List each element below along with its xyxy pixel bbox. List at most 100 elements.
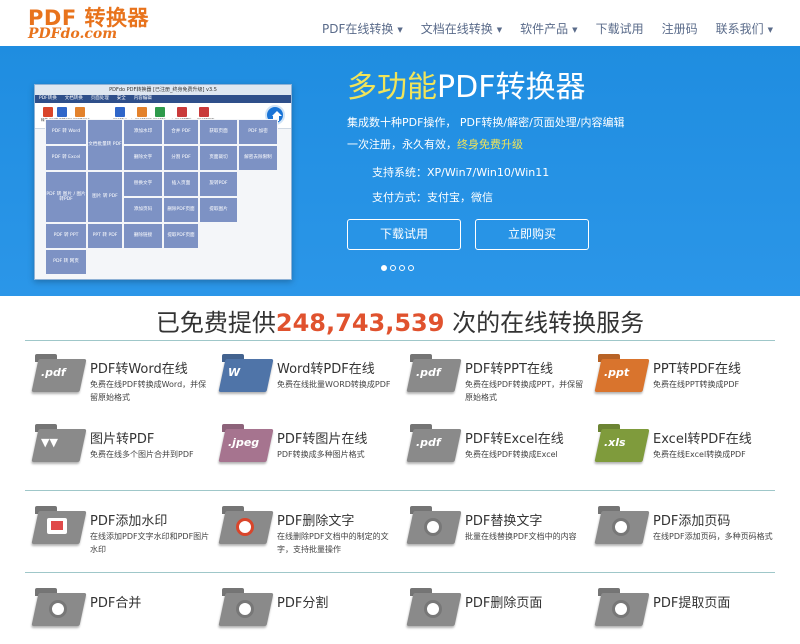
folder-label: .ppt	[604, 366, 630, 379]
license-prefix: 一次注册，永久有效，	[347, 138, 457, 151]
slide-dot[interactable]	[381, 265, 387, 271]
slide-dot[interactable]	[390, 265, 396, 271]
service-description: 在线PDF添加页码，多种页码格式	[653, 532, 773, 541]
window-feature-tile: 分割 PDF	[163, 145, 199, 171]
service-title: PDF转图片在线	[277, 432, 368, 447]
window-feature-tile: 解密去除限制	[238, 145, 278, 171]
service-card[interactable]: PDF删除页面	[400, 584, 580, 644]
window-feature-tile: 删除PDF页面	[163, 197, 199, 223]
service-title: Excel转PDF在线	[653, 432, 752, 447]
window-feature-tile: PPT 转 PDF	[87, 223, 123, 249]
site-header: PDF 转换器 PDFdo.com PDF在线转换 ▼ 文档在线转换 ▼ 软件产品 ▼ 下载…	[0, 0, 800, 46]
folder-label: .pdf	[416, 366, 441, 379]
service-title: PDF合并	[90, 596, 142, 611]
service-title: PDF提取页面	[653, 596, 731, 611]
service-card[interactable]: PDF添加水印在线添加PDF文字水印和PDF图片水印	[25, 502, 209, 562]
service-title: PDF添加水印	[90, 514, 168, 529]
banner-title-rest: PDF转换器	[437, 70, 586, 105]
service-card[interactable]: PDF替换文字 批量在线替换PDF文档中的内容	[400, 502, 580, 562]
folder-body	[31, 429, 87, 462]
folder-badge-icon	[424, 518, 442, 536]
caret-down-icon: ▼	[496, 25, 503, 34]
replace-text-folder-icon	[406, 506, 462, 546]
window-feature-tile: PDF 转 PPT	[45, 223, 87, 249]
folder-badge-icon	[236, 600, 254, 618]
nav-item[interactable]: 文档在线转换 ▼	[412, 20, 511, 37]
folder-label: .jpeg	[228, 436, 260, 449]
service-card[interactable]: .ppt PPT转PDF在线 免费在线PPT转换成PDF	[588, 350, 768, 410]
delete-text-folder-icon	[218, 506, 274, 546]
banner-system-line: 支持系统：XP/Win7/Win10/Win11	[372, 166, 550, 179]
site-logo[interactable]: PDF 转换器 PDFdo.com	[28, 2, 148, 42]
service-card[interactable]: PDF提取页面	[588, 584, 768, 644]
window-feature-tile: PDF 转 Excel	[45, 145, 87, 171]
service-card[interactable]: PDF分割	[212, 584, 392, 644]
window-menu-item: 页面处理	[90, 96, 109, 101]
banner-payment-line: 支付方式：支付宝，微信	[372, 191, 493, 204]
service-card[interactable]: PDF合并	[25, 584, 205, 644]
nav-item[interactable]: 下载试用	[587, 20, 653, 37]
logo-domain-text: PDFdo.com	[28, 26, 118, 42]
watermark-badge-icon	[47, 518, 67, 534]
nav-item-label: PDF在线转换	[321, 22, 394, 36]
service-title: PDF添加页码	[653, 514, 731, 529]
window-feature-tile: 提取图片	[199, 197, 238, 223]
folder-badge-icon	[424, 600, 442, 618]
service-card[interactable]: ▼▼ 图片转PDF 免费在线多个图片合并到PDF	[25, 420, 205, 480]
main-nav: PDF在线转换 ▼ 文档在线转换 ▼ 软件产品 ▼ 下载试用 注册码 联系我们 ▼	[313, 20, 782, 37]
service-description: 在线添加PDF文字水印和PDF图片水印	[90, 532, 210, 554]
pdf-folder-icon: .pdf	[31, 354, 87, 394]
nav-item[interactable]: 软件产品 ▼	[511, 20, 586, 37]
download-trial-button[interactable]: 下载试用	[347, 219, 461, 250]
slide-indicators	[381, 265, 414, 271]
slide-dot[interactable]	[399, 265, 405, 271]
nav-item[interactable]: 联系我们 ▼	[707, 20, 782, 37]
folder-badge-icon	[612, 518, 630, 536]
service-card[interactable]: PDF添加页码在线PDF添加页码，多种页码格式	[588, 502, 773, 562]
nav-item-label: 注册码	[661, 22, 698, 36]
nav-item[interactable]: PDF在线转换 ▼	[313, 20, 412, 37]
service-card[interactable]: W Word转PDF在线 免费在线批量WORD转换成PDF	[212, 350, 392, 410]
toolbar-tool-icon	[199, 107, 209, 117]
folder-badge-icon	[612, 600, 630, 618]
service-description: 免费在线PDF转换成PPT，并保留原始格式	[465, 380, 584, 402]
image-folder-icon: ▼▼	[31, 424, 87, 464]
service-description: 在线删除PDF文档中的制定的文字，支持批量操作	[277, 532, 389, 554]
service-card[interactable]: .xls Excel转PDF在线 免费在线Excel转换成PDF	[588, 420, 768, 480]
banner-license-line: 一次注册，永久有效，终身免费升级	[347, 136, 523, 152]
window-feature-tile: PDF 转 网页	[45, 249, 87, 275]
service-title: PDF分割	[277, 596, 329, 611]
service-title: PDF转PPT在线	[465, 362, 553, 377]
window-feature-tile: 添加页码	[123, 197, 163, 223]
window-title: PDFdo PDF转换器 [已注册_终身免费升级] v3.5	[35, 85, 291, 95]
window-feature-tile: 删除链接	[123, 223, 163, 249]
toolbar-tool-icon	[75, 107, 85, 117]
nav-item[interactable]: 注册码	[653, 20, 707, 37]
window-menu: PDF转换 文档转换 页面处理 安全 内容编辑	[35, 95, 291, 103]
service-card[interactable]: .pdf PDF转Excel在线 免费在线PDF转换成Excel	[400, 420, 580, 480]
service-title: PDF替换文字	[465, 514, 543, 529]
toolbar-tool-icon	[177, 107, 187, 117]
service-title: PDF转Excel在线	[465, 432, 564, 447]
service-card[interactable]: .jpeg PDF转图片在线 PDF转换成多种图片格式	[212, 420, 392, 480]
service-counter: 已免费提供248,743,539 次的在线转换服务	[0, 303, 800, 338]
nav-item-label: 下载试用	[595, 22, 644, 36]
window-feature-tile: 合并 PDF	[163, 119, 199, 145]
buy-now-button[interactable]: 立即购买	[475, 219, 589, 250]
service-card[interactable]: .pdf PDF转Word在线 免费在线PDF转换成Word，并保留原始格式	[25, 350, 206, 410]
nav-item-label: 文档在线转换	[420, 22, 493, 36]
window-feature-tile: 图片 转 PDF	[87, 171, 123, 223]
window-feature-tile: 提取PDF页面	[163, 223, 199, 249]
folder-badge-icon	[236, 518, 254, 536]
window-menu-item: 内容编辑	[133, 96, 152, 101]
window-menu-item: 文档转换	[64, 96, 83, 101]
counter-suffix: 次的在线转换服务	[444, 309, 645, 337]
slide-dot[interactable]	[408, 265, 414, 271]
banner-feature-line: 集成数十种PDF操作， PDF转换/解密/页面处理/内容编辑	[347, 116, 625, 129]
toolbar-tool-icon	[155, 107, 165, 117]
window-feature-tile: 插入页面	[163, 171, 199, 197]
service-card[interactable]: .pdf PDF转PPT在线免费在线PDF转换成PPT，并保留原始格式	[400, 350, 583, 410]
service-card[interactable]: PDF删除文字 在线删除PDF文档中的制定的文字，支持批量操作	[212, 502, 392, 562]
service-title: Word转PDF在线	[277, 362, 375, 377]
toolbar-tool-icon	[137, 107, 147, 117]
